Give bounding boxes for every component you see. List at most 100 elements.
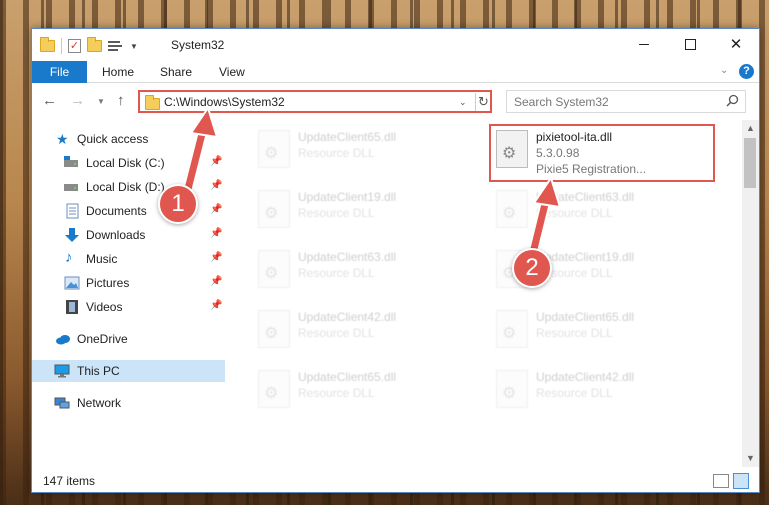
- file-name: UpdateClient65.dll: [298, 370, 397, 384]
- sidebar-item-label: Network: [77, 396, 122, 410]
- sidebar-item-label: Music: [86, 252, 118, 266]
- file-description: Resource DLL: [298, 146, 375, 160]
- file-name: UpdateClient42.dll: [536, 370, 635, 384]
- sidebar-item-label: Quick access: [77, 132, 149, 146]
- title-bar: ✓ ▼ System32 ✕: [32, 29, 759, 61]
- sidebar-item-label: Pictures: [86, 276, 130, 290]
- address-path[interactable]: C:\Windows\System32: [164, 95, 285, 109]
- quick-access-toolbar: ✓ ▼: [40, 37, 138, 55]
- pin-icon[interactable]: 📌: [210, 180, 222, 191]
- file-name: UpdateClient19.dll: [298, 190, 397, 204]
- file-name: UpdateClient65.dll: [298, 130, 397, 144]
- dll-file-icon: [258, 250, 290, 288]
- callout-badge-2: 2: [512, 248, 552, 288]
- sidebar-item-onedrive[interactable]: OneDrive: [32, 328, 225, 350]
- tab-file[interactable]: File: [32, 61, 87, 83]
- file-description: Resource DLL: [536, 386, 613, 400]
- network-icon: [54, 397, 70, 409]
- scroll-up-icon[interactable]: ▲: [746, 123, 755, 133]
- search-placeholder: Search System32: [514, 95, 609, 109]
- file-item[interactable]: UpdateClient42.dll Resource DLL: [250, 304, 480, 360]
- customize-toolbar-icon[interactable]: [108, 40, 124, 53]
- computer-icon: [54, 364, 70, 378]
- sidebar-item-this-pc[interactable]: This PC: [32, 360, 225, 382]
- pin-icon[interactable]: 📌: [210, 300, 222, 311]
- file-description: Resource DLL: [298, 206, 375, 220]
- sidebar-item-network[interactable]: Network: [32, 392, 225, 414]
- file-list: UpdateClient65.dll Resource DLL UpdateCl…: [230, 120, 742, 465]
- highlight-box: [489, 124, 715, 182]
- tab-view[interactable]: View: [219, 61, 245, 83]
- pin-icon[interactable]: 📌: [210, 252, 222, 263]
- file-item[interactable]: UpdateClient42.dll Resource DLL: [488, 364, 718, 420]
- refresh-icon[interactable]: ↻: [475, 93, 491, 111]
- file-item[interactable]: UpdateClient65.dll Resource DLL: [488, 304, 718, 360]
- close-button[interactable]: ✕: [713, 29, 759, 59]
- minimize-button[interactable]: [621, 29, 667, 59]
- folder-icon: [40, 37, 55, 52]
- explorer-window: ✓ ▼ System32 ✕ File Home Share View ⌄ ? …: [31, 28, 760, 493]
- toolbar-divider: [61, 38, 62, 54]
- pin-icon[interactable]: 📌: [210, 204, 222, 215]
- file-item[interactable]: UpdateClient63.dll Resource DLL: [250, 244, 480, 300]
- file-description: Resource DLL: [298, 266, 375, 280]
- dll-file-icon: [496, 190, 528, 228]
- file-description: Resource DLL: [536, 326, 613, 340]
- pin-icon[interactable]: 📌: [210, 156, 222, 167]
- drive-icon: [64, 184, 78, 191]
- vertical-scrollbar[interactable]: ▲ ▼: [742, 120, 759, 467]
- new-folder-icon[interactable]: [87, 37, 102, 52]
- callout-badge-1: 1: [158, 184, 198, 224]
- file-name: UpdateClient63.dll: [298, 250, 397, 264]
- expand-ribbon-icon[interactable]: ⌄: [720, 65, 728, 76]
- search-input[interactable]: Search System32: [506, 90, 746, 113]
- cloud-icon: [56, 335, 70, 345]
- forward-arrow-icon[interactable]: →: [70, 92, 85, 109]
- file-description: Resource DLL: [298, 326, 375, 340]
- file-item[interactable]: UpdateClient65.dll Resource DLL: [250, 124, 480, 180]
- properties-check-icon[interactable]: ✓: [68, 39, 81, 53]
- music-icon: ♪: [65, 249, 73, 266]
- sidebar-item-downloads[interactable]: Downloads 📌: [32, 224, 225, 246]
- navigation-bar: ← → ▼ ↑ C:\Windows\System32 ⌄ ↻ Search S…: [32, 84, 759, 120]
- file-name: UpdateClient65.dll: [536, 310, 635, 324]
- dll-file-icon: [258, 310, 290, 348]
- sidebar-item-music[interactable]: ♪ Music 📌: [32, 248, 225, 270]
- file-item[interactable]: UpdateClient19.dll Resource DLL: [250, 184, 480, 240]
- download-icon: [65, 228, 79, 242]
- dll-file-icon: [258, 130, 290, 168]
- help-icon[interactable]: ?: [739, 64, 754, 79]
- sidebar-item-pictures[interactable]: Pictures 📌: [32, 272, 225, 294]
- pin-icon[interactable]: 📌: [210, 228, 222, 239]
- file-name: UpdateClient42.dll: [298, 310, 397, 324]
- up-arrow-icon[interactable]: ↑: [117, 92, 125, 109]
- maximize-button[interactable]: [667, 29, 713, 59]
- scroll-thumb[interactable]: [744, 138, 756, 188]
- tab-share[interactable]: Share: [160, 61, 192, 83]
- sidebar-item-label: Local Disk (D:): [86, 180, 165, 194]
- sidebar-item-quick-access[interactable]: ★ Quick access: [32, 128, 225, 150]
- chevron-down-icon[interactable]: ⌄: [459, 97, 467, 108]
- status-bar: 147 items: [32, 469, 759, 493]
- sidebar-item-label: Downloads: [86, 228, 146, 242]
- sidebar-item-local-disk-c[interactable]: Local Disk (C:) 📌: [32, 152, 225, 174]
- star-icon: ★: [56, 131, 69, 147]
- pin-icon[interactable]: 📌: [210, 276, 222, 287]
- file-item[interactable]: UpdateClient65.dll Resource DLL: [250, 364, 480, 420]
- window-title: System32: [171, 38, 225, 52]
- search-icon[interactable]: [726, 94, 739, 107]
- file-name: UpdateClient63.dll: [536, 190, 635, 204]
- tab-home[interactable]: Home: [102, 61, 134, 83]
- scroll-down-icon[interactable]: ▼: [746, 453, 755, 463]
- sidebar-item-label: OneDrive: [77, 332, 128, 346]
- chevron-down-icon[interactable]: ▼: [130, 42, 138, 51]
- videos-icon: [66, 300, 78, 314]
- recent-locations-icon[interactable]: ▼: [97, 97, 105, 106]
- sidebar-item-videos[interactable]: Videos 📌: [32, 296, 225, 318]
- back-arrow-icon[interactable]: ←: [42, 92, 57, 109]
- file-item[interactable]: UpdateClient63.dll Resource DLL: [488, 184, 718, 240]
- large-icons-view-icon[interactable]: [733, 473, 749, 489]
- address-bar[interactable]: C:\Windows\System32 ⌄ ↻: [138, 90, 492, 113]
- details-view-icon[interactable]: [713, 474, 729, 488]
- sidebar-item-label: This PC: [77, 364, 120, 378]
